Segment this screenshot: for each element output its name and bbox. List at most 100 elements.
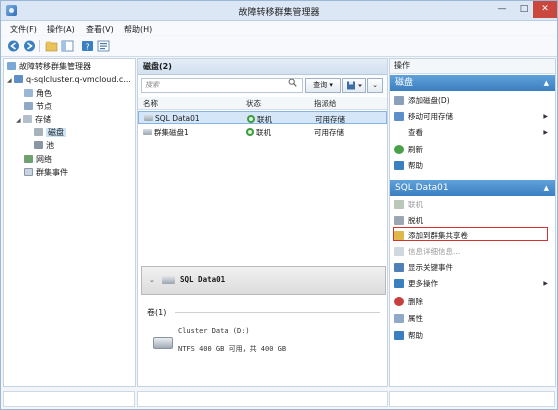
collapse-arrow-icon[interactable]: ◢ bbox=[7, 75, 14, 87]
toolbar-separator bbox=[39, 40, 40, 52]
tree-item-nodes[interactable]: 节点 bbox=[24, 101, 52, 113]
row-assigned: 可用存储 bbox=[314, 128, 344, 137]
collapse-arrow-icon[interactable]: ◢ bbox=[16, 115, 23, 127]
more-actions-icon bbox=[394, 279, 404, 288]
table-row[interactable]: SQL Data01 联机 可用存储 bbox=[138, 111, 387, 124]
menu-action[interactable]: 操作(A) bbox=[47, 24, 75, 35]
pool-icon bbox=[34, 141, 43, 149]
column-status[interactable]: 状态 bbox=[246, 98, 261, 109]
columns-toggle-button[interactable]: ⌄ bbox=[367, 78, 383, 93]
forward-icon[interactable] bbox=[23, 40, 36, 52]
search-icon[interactable] bbox=[288, 78, 297, 87]
tree-item-pools[interactable]: 池 bbox=[34, 140, 54, 152]
tree-item-cluster-events[interactable]: 群集事件 bbox=[24, 167, 68, 179]
tree-item-storage[interactable]: ◢ 存储 bbox=[16, 114, 51, 126]
tree-item-roles[interactable]: 角色 bbox=[24, 88, 52, 100]
window-title: 故障转移群集管理器 bbox=[238, 8, 320, 18]
maximize-button[interactable]: □ bbox=[513, 1, 535, 18]
column-name[interactable]: 名称 bbox=[143, 98, 158, 109]
refresh-icon bbox=[394, 145, 404, 154]
disk-icon bbox=[162, 276, 175, 284]
save-query-button[interactable] bbox=[342, 78, 366, 93]
status-segment bbox=[389, 391, 555, 407]
events-icon bbox=[24, 168, 33, 176]
online-status-icon bbox=[246, 128, 254, 136]
action-bring-online[interactable]: 联机 bbox=[394, 198, 552, 211]
collapse-up-icon[interactable]: ▲ bbox=[539, 75, 549, 91]
cluster-manager-icon bbox=[7, 62, 16, 70]
roles-icon bbox=[24, 89, 33, 97]
action-remove[interactable]: 删除 bbox=[394, 295, 552, 308]
close-button[interactable]: ✕ bbox=[533, 1, 557, 18]
remove-icon bbox=[394, 297, 404, 306]
up-folder-icon[interactable] bbox=[45, 40, 58, 52]
disk-detail-header[interactable]: ⌄ SQL Data01 bbox=[141, 266, 386, 295]
back-icon[interactable] bbox=[7, 40, 20, 52]
tree-cluster[interactable]: ◢ q-sqlcluster.q-vmcloud.c... bbox=[7, 74, 131, 86]
action-information-details[interactable]: 信息详细信息... bbox=[394, 245, 552, 258]
grid-header: 名称 状态 指派给 bbox=[138, 97, 387, 110]
menu-view[interactable]: 查看(V) bbox=[86, 24, 114, 35]
status-segment bbox=[3, 391, 135, 407]
row-status: 联机 bbox=[256, 128, 271, 137]
actions-title: 操作 bbox=[390, 59, 555, 74]
show-hide-tree-icon[interactable] bbox=[61, 40, 74, 52]
collapse-up-icon[interactable]: ▲ bbox=[539, 180, 549, 196]
help-icon bbox=[394, 331, 404, 340]
detail-title: SQL Data01 bbox=[180, 275, 226, 284]
volume-disk-icon bbox=[153, 337, 173, 349]
submenu-arrow-icon: ▶ bbox=[543, 280, 548, 287]
action-refresh[interactable]: 刷新 bbox=[394, 143, 552, 156]
row-status: 联机 bbox=[257, 115, 272, 124]
menu-bar: 文件(F) 操作(A) 查看(V) 帮助(H) bbox=[1, 21, 557, 35]
table-row[interactable]: 群集磁盘1 联机 可用存储 bbox=[138, 125, 387, 138]
cluster-icon bbox=[14, 75, 23, 83]
help-icon[interactable]: ? bbox=[81, 40, 94, 52]
online-icon bbox=[394, 200, 404, 209]
tree-root[interactable]: 故障转移群集管理器 bbox=[7, 61, 91, 73]
actions-section-sql-data01[interactable]: SQL Data01 ▲ bbox=[390, 180, 555, 196]
chevron-down-icon[interactable]: ⌄ bbox=[149, 276, 155, 284]
query-button[interactable]: 查询 ▾ bbox=[305, 78, 341, 93]
svg-text:?: ? bbox=[85, 42, 89, 51]
disks-pane: 磁盘(2) 搜索 查询 ▾ ⌄ 名称 状态 指派给 SQL Data01 联机 … bbox=[137, 58, 388, 387]
move-icon bbox=[394, 112, 404, 121]
row-name: 群集磁盘1 bbox=[154, 128, 189, 137]
menu-help[interactable]: 帮助(H) bbox=[124, 24, 152, 35]
disk-icon bbox=[143, 129, 152, 135]
action-help-2[interactable]: 帮助 bbox=[394, 329, 552, 342]
action-properties[interactable]: 属性 bbox=[394, 312, 552, 325]
menu-file[interactable]: 文件(F) bbox=[10, 24, 37, 35]
action-view[interactable]: 查看 ▶ bbox=[394, 126, 552, 139]
submenu-arrow-icon: ▶ bbox=[543, 113, 548, 120]
search-row: 搜索 查询 ▾ ⌄ bbox=[138, 75, 387, 95]
row-assigned: 可用存储 bbox=[315, 115, 345, 124]
action-take-offline[interactable]: 脱机 bbox=[394, 214, 552, 227]
chevron-down-icon: ▾ bbox=[329, 81, 333, 89]
properties-icon[interactable] bbox=[97, 40, 110, 52]
title-bar: 故障转移群集管理器 — □ ✕ bbox=[1, 1, 557, 21]
volume-info: NTFS 400 GB 可用，共 400 GB bbox=[178, 345, 287, 353]
action-more-actions[interactable]: 更多操作 ▶ bbox=[394, 277, 552, 290]
navigation-tree: 故障转移群集管理器 ◢ q-sqlcluster.q-vmcloud.c... 角… bbox=[3, 58, 136, 387]
action-show-critical-events[interactable]: 显示关键事件 bbox=[394, 261, 552, 274]
volume-section-label: 卷(1) bbox=[147, 308, 167, 317]
action-help[interactable]: 帮助 bbox=[394, 159, 552, 172]
action-add-disk[interactable]: 添加磁盘(D) bbox=[394, 94, 552, 107]
tree-item-networks[interactable]: 网络 bbox=[24, 154, 52, 166]
disks-pane-header: 磁盘(2) bbox=[138, 59, 387, 75]
tree-item-disks[interactable]: 磁盘 bbox=[34, 127, 66, 139]
network-icon bbox=[24, 155, 33, 163]
search-input[interactable]: 搜索 bbox=[141, 78, 303, 93]
minimize-button[interactable]: — bbox=[491, 1, 513, 18]
app-window: 故障转移群集管理器 — □ ✕ 文件(F) 操作(A) 查看(V) 帮助(H) … bbox=[0, 0, 558, 410]
disk-icon bbox=[144, 115, 153, 121]
actions-section-disks[interactable]: 磁盘 ▲ bbox=[390, 75, 555, 91]
actions-pane: 操作 磁盘 ▲ 添加磁盘(D) 移动可用存储 ▶ 查看 ▶ 刷新 帮助 SQL Da… bbox=[389, 58, 556, 387]
save-icon bbox=[347, 81, 362, 90]
divider bbox=[175, 312, 380, 313]
column-assigned[interactable]: 指派给 bbox=[314, 98, 337, 109]
status-bar bbox=[1, 388, 557, 409]
add-disk-icon bbox=[394, 96, 404, 105]
action-move-available-storage[interactable]: 移动可用存储 ▶ bbox=[394, 110, 552, 123]
